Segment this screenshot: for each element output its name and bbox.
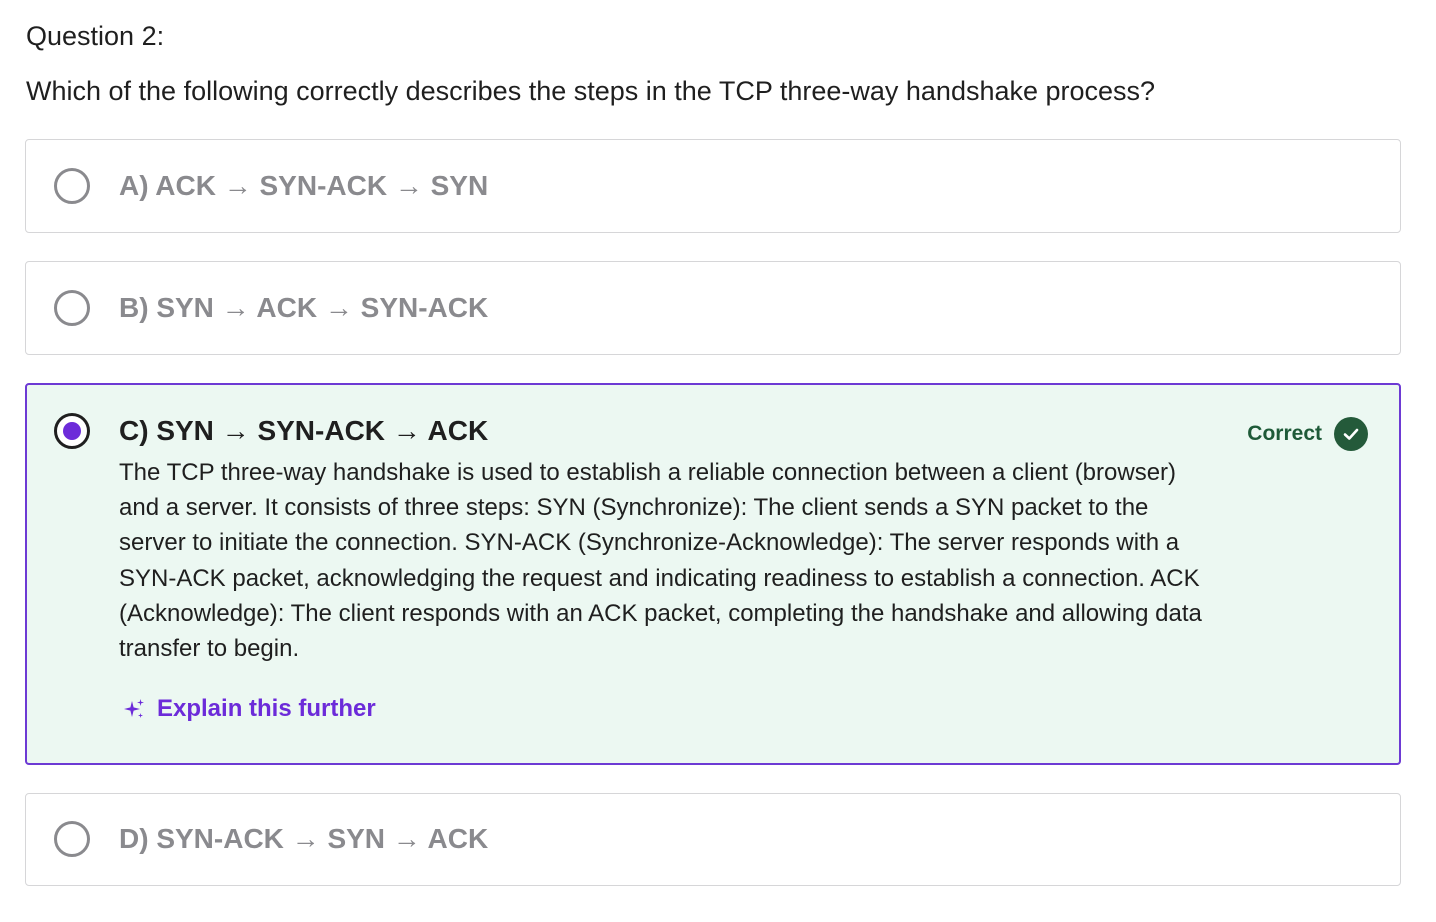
answer-option-b[interactable]: B) SYN → ACK → SYN-ACK [25,261,1401,355]
radio-button-d[interactable] [54,821,90,857]
answer-explanation: The TCP three-way handshake is used to e… [119,459,1202,663]
radio-button-c[interactable] [54,413,90,449]
option-label-d: D) SYN-ACK → SYN → ACK [119,823,489,854]
answer-option-a[interactable]: A) ACK → SYN-ACK → SYN [25,139,1401,233]
radio-button-b[interactable] [54,290,90,326]
sparkle-icon [123,698,145,720]
explain-further-link[interactable]: Explain this further [123,695,376,723]
correct-badge: Correct [1247,416,1368,452]
explain-further-label: Explain this further [157,695,376,722]
question-number: Question 2: [26,21,165,51]
radio-button-a[interactable] [54,168,90,204]
option-label-c: C) SYN → SYN-ACK → ACK [119,415,489,446]
correct-status-label: Correct [1247,422,1322,445]
answer-option-d[interactable]: D) SYN-ACK → SYN → ACK [25,793,1401,886]
check-circle-icon [1334,417,1368,451]
option-label-b: B) SYN → ACK → SYN-ACK [119,292,489,323]
question-text: Which of the following correctly describ… [26,76,1156,106]
option-label-a: A) ACK → SYN-ACK → SYN [119,170,489,201]
answer-option-c[interactable]: C) SYN → SYN-ACK → ACK Correct The TCP t… [25,383,1401,765]
radio-selected-dot [63,422,81,440]
